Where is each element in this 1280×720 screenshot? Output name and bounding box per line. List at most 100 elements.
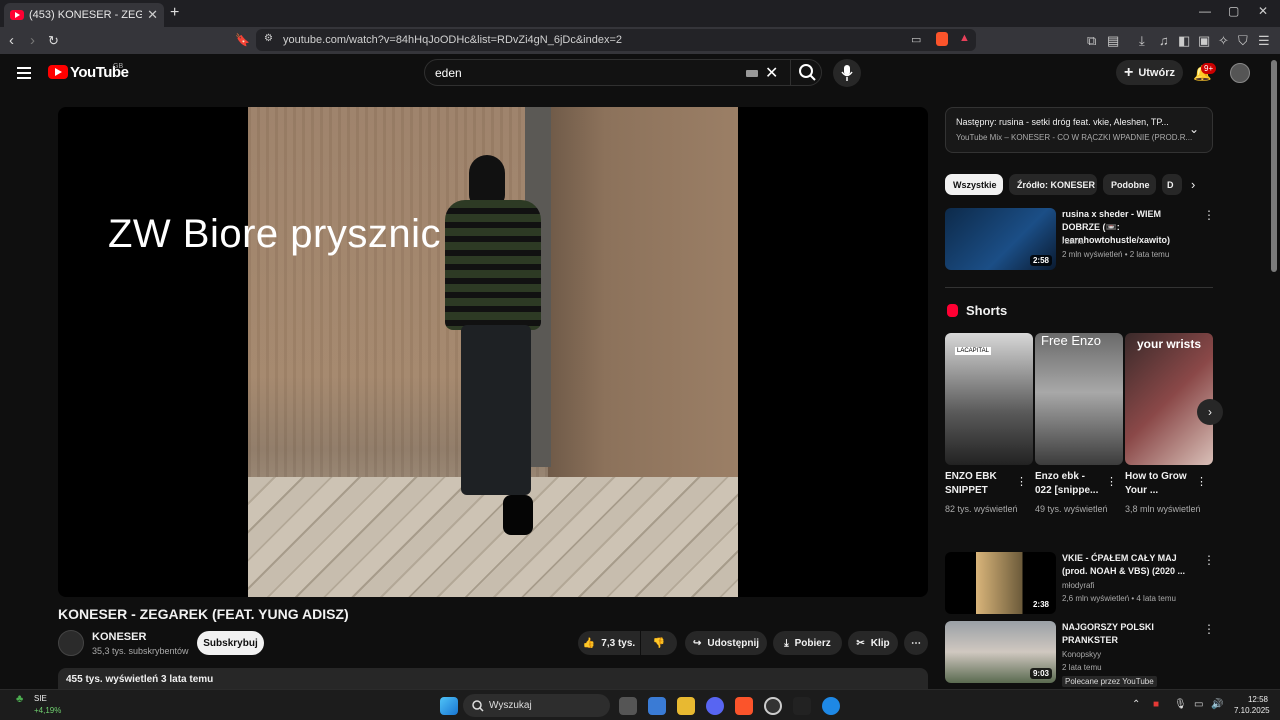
description-box[interactable]: 455 tys. wyświetleń 3 lata temu xyxy=(58,668,928,690)
music-icon[interactable]: ♫ xyxy=(1159,33,1169,48)
download-button[interactable]: ⤓ Pobierz xyxy=(773,631,842,655)
close-window-icon[interactable]: ✕ xyxy=(1258,4,1268,18)
chevron-right-icon[interactable]: › xyxy=(1191,177,1195,192)
short-title-1[interactable]: ENZO EBK SNIPPET xyxy=(945,470,1013,498)
share-button[interactable]: ↪ Udostępnij xyxy=(685,631,767,655)
more-options-icon[interactable]: ⋮ xyxy=(1016,475,1027,488)
dislike-button[interactable]: 👎 xyxy=(641,631,677,655)
vpn-icon[interactable]: ⛉ xyxy=(1238,33,1248,49)
chip-more[interactable]: D xyxy=(1162,174,1182,195)
cast-icon[interactable]: ▭ xyxy=(911,33,921,46)
wallet2-icon[interactable]: ▣ xyxy=(1198,33,1210,49)
site-settings-icon[interactable]: ⚙ xyxy=(264,33,273,44)
search-button[interactable] xyxy=(790,60,823,85)
video-player[interactable]: ZW Biore prysznic xyxy=(58,107,928,597)
weather-icon[interactable]: ♣ xyxy=(16,693,23,705)
channel-subscribers: 35,3 tys. subskrybentów xyxy=(92,646,189,656)
chip-source[interactable]: Źródło: KONESER xyxy=(1009,174,1097,195)
browser-tab-bar: (453) KONESER - ZEGAREK (F ✕ + — ▢ ✕ xyxy=(0,0,1280,27)
sidebar-toggle-icon[interactable]: ◧ xyxy=(1178,33,1190,49)
start-icon[interactable] xyxy=(440,697,458,715)
brave-icon[interactable] xyxy=(735,697,753,715)
video-thumbnail[interactable]: 9:03 xyxy=(945,621,1056,683)
discord-icon[interactable] xyxy=(706,697,724,715)
more-options-icon[interactable]: ⋮ xyxy=(1203,553,1215,567)
channel-name[interactable]: KONESER xyxy=(92,631,146,643)
back-icon[interactable]: ‹ xyxy=(9,32,14,49)
ai-icon[interactable]: ✧ xyxy=(1218,33,1229,49)
more-actions-button[interactable]: ⋯ xyxy=(904,631,928,655)
keyboard-icon[interactable] xyxy=(746,70,758,77)
channel-avatar[interactable] xyxy=(58,630,84,656)
search-box[interactable]: eden ✕ xyxy=(424,59,822,86)
video-title-2[interactable]: VKIE - ĆPAŁEM CAŁY MAJ (prod. NOAH & VBS… xyxy=(1062,552,1192,578)
task-view-icon[interactable] xyxy=(619,697,637,715)
video-channel-3[interactable]: Konopskyy xyxy=(1062,650,1101,659)
short-title-3[interactable]: How to Grow Your ... xyxy=(1125,470,1193,498)
close-tab-icon[interactable]: ✕ xyxy=(147,7,158,23)
more-options-icon[interactable]: ⋮ xyxy=(1203,208,1215,222)
minimize-icon[interactable]: — xyxy=(1199,4,1211,18)
video-meta-3: 2 lata temu xyxy=(1062,663,1102,672)
short-thumbnail-2[interactable]: Free Enzo xyxy=(1035,333,1123,465)
video-thumbnail[interactable]: 2:38 xyxy=(945,552,1056,614)
video-channel-1[interactable]: rusina xyxy=(1062,237,1084,246)
hamburger-menu-icon[interactable] xyxy=(17,67,31,79)
store-icon[interactable] xyxy=(648,697,666,715)
brave-shields-icon[interactable] xyxy=(936,32,948,46)
views-and-date: 455 tys. wyświetleń 3 lata temu xyxy=(66,674,214,685)
more-options-icon[interactable]: ⋮ xyxy=(1203,622,1215,636)
create-button[interactable]: + Utwórz xyxy=(1116,60,1183,85)
more-options-icon[interactable]: ⋮ xyxy=(1106,475,1117,488)
chip-related[interactable]: Podobne xyxy=(1103,174,1156,195)
video-title-3[interactable]: NAJGORSZY POLSKI PRANKSTER xyxy=(1062,621,1192,647)
chevron-down-icon[interactable]: ⌄ xyxy=(1189,122,1199,136)
tray-app-icon[interactable]: ■ xyxy=(1153,699,1159,710)
like-button[interactable]: 👍 7,3 tys. xyxy=(578,631,640,655)
clear-search-icon[interactable]: ✕ xyxy=(765,63,778,83)
wallet-icon[interactable]: ▤ xyxy=(1107,33,1119,49)
voice-search-button[interactable] xyxy=(833,59,861,87)
playlist-next-box[interactable]: Następny: rusina - setki dróg feat. vkie… xyxy=(945,107,1213,153)
tray-overflow-icon[interactable]: ⌃ xyxy=(1132,699,1140,710)
bookmark-icon[interactable]: 🔖 xyxy=(235,33,250,47)
more-options-icon[interactable]: ⋮ xyxy=(1196,475,1207,488)
subscribe-button[interactable]: Subskrybuj xyxy=(197,631,264,655)
short-title-2[interactable]: Enzo ebk - 022 [snippe... xyxy=(1035,470,1103,498)
download-icon[interactable]: ⤓ xyxy=(1139,33,1145,49)
app-icon[interactable] xyxy=(793,697,811,715)
maximize-icon[interactable]: ▢ xyxy=(1228,4,1239,18)
page-scrollbar[interactable] xyxy=(1271,60,1277,272)
taskbar-search[interactable]: Wyszukaj xyxy=(463,694,610,717)
menu-icon[interactable]: ☰ xyxy=(1258,33,1270,49)
youtube-logo-icon[interactable] xyxy=(48,65,68,79)
mic-tray-icon[interactable]: 🎙 xyxy=(1174,699,1187,710)
brave-rewards-icon[interactable]: ▲ xyxy=(959,32,970,44)
forward-icon[interactable]: › xyxy=(30,32,35,49)
clock[interactable]: 12:58 7.10.2025 xyxy=(1234,694,1270,716)
url-field[interactable]: ⚙ youtube.com/watch?v=84hHqJoODHc&list=R… xyxy=(256,29,976,51)
reload-icon[interactable]: ↻ xyxy=(48,33,59,49)
chip-all[interactable]: Wszystkie xyxy=(945,174,1003,195)
new-tab-icon[interactable]: + xyxy=(170,4,179,22)
video-title: KONESER - ZEGAREK (FEAT. YUNG ADISZ) xyxy=(58,606,349,622)
steam-icon[interactable] xyxy=(764,697,782,715)
shorts-next-button[interactable]: › xyxy=(1197,399,1223,425)
extensions-icon[interactable]: ⧉ xyxy=(1087,33,1096,49)
thumbs-up-icon: 👍 xyxy=(582,637,596,649)
volume-icon[interactable]: 🔊 xyxy=(1211,699,1223,710)
short-overlay-1: LACAPITAL xyxy=(955,347,991,355)
app2-icon[interactable] xyxy=(822,697,840,715)
file-explorer-icon[interactable] xyxy=(677,697,695,715)
video-channel-2[interactable]: młodyrafi xyxy=(1062,581,1094,590)
short-thumbnail-1[interactable]: LACAPITAL xyxy=(945,333,1033,465)
clip-button[interactable]: ✂ Klip xyxy=(848,631,898,655)
short-thumbnail-3[interactable]: your wrists xyxy=(1125,333,1213,465)
account-avatar[interactable] xyxy=(1230,63,1250,83)
search-input[interactable]: eden xyxy=(435,66,462,80)
network-icon[interactable]: ▭ xyxy=(1194,699,1203,710)
shorts-logo-icon xyxy=(947,304,958,317)
youtube-header: YouTube GB eden ✕ + Utwórz 🔔 9+ xyxy=(0,54,1280,94)
browser-tab[interactable]: (453) KONESER - ZEGAREK (F ✕ xyxy=(4,3,164,27)
video-thumbnail[interactable]: 2:58 xyxy=(945,208,1056,270)
